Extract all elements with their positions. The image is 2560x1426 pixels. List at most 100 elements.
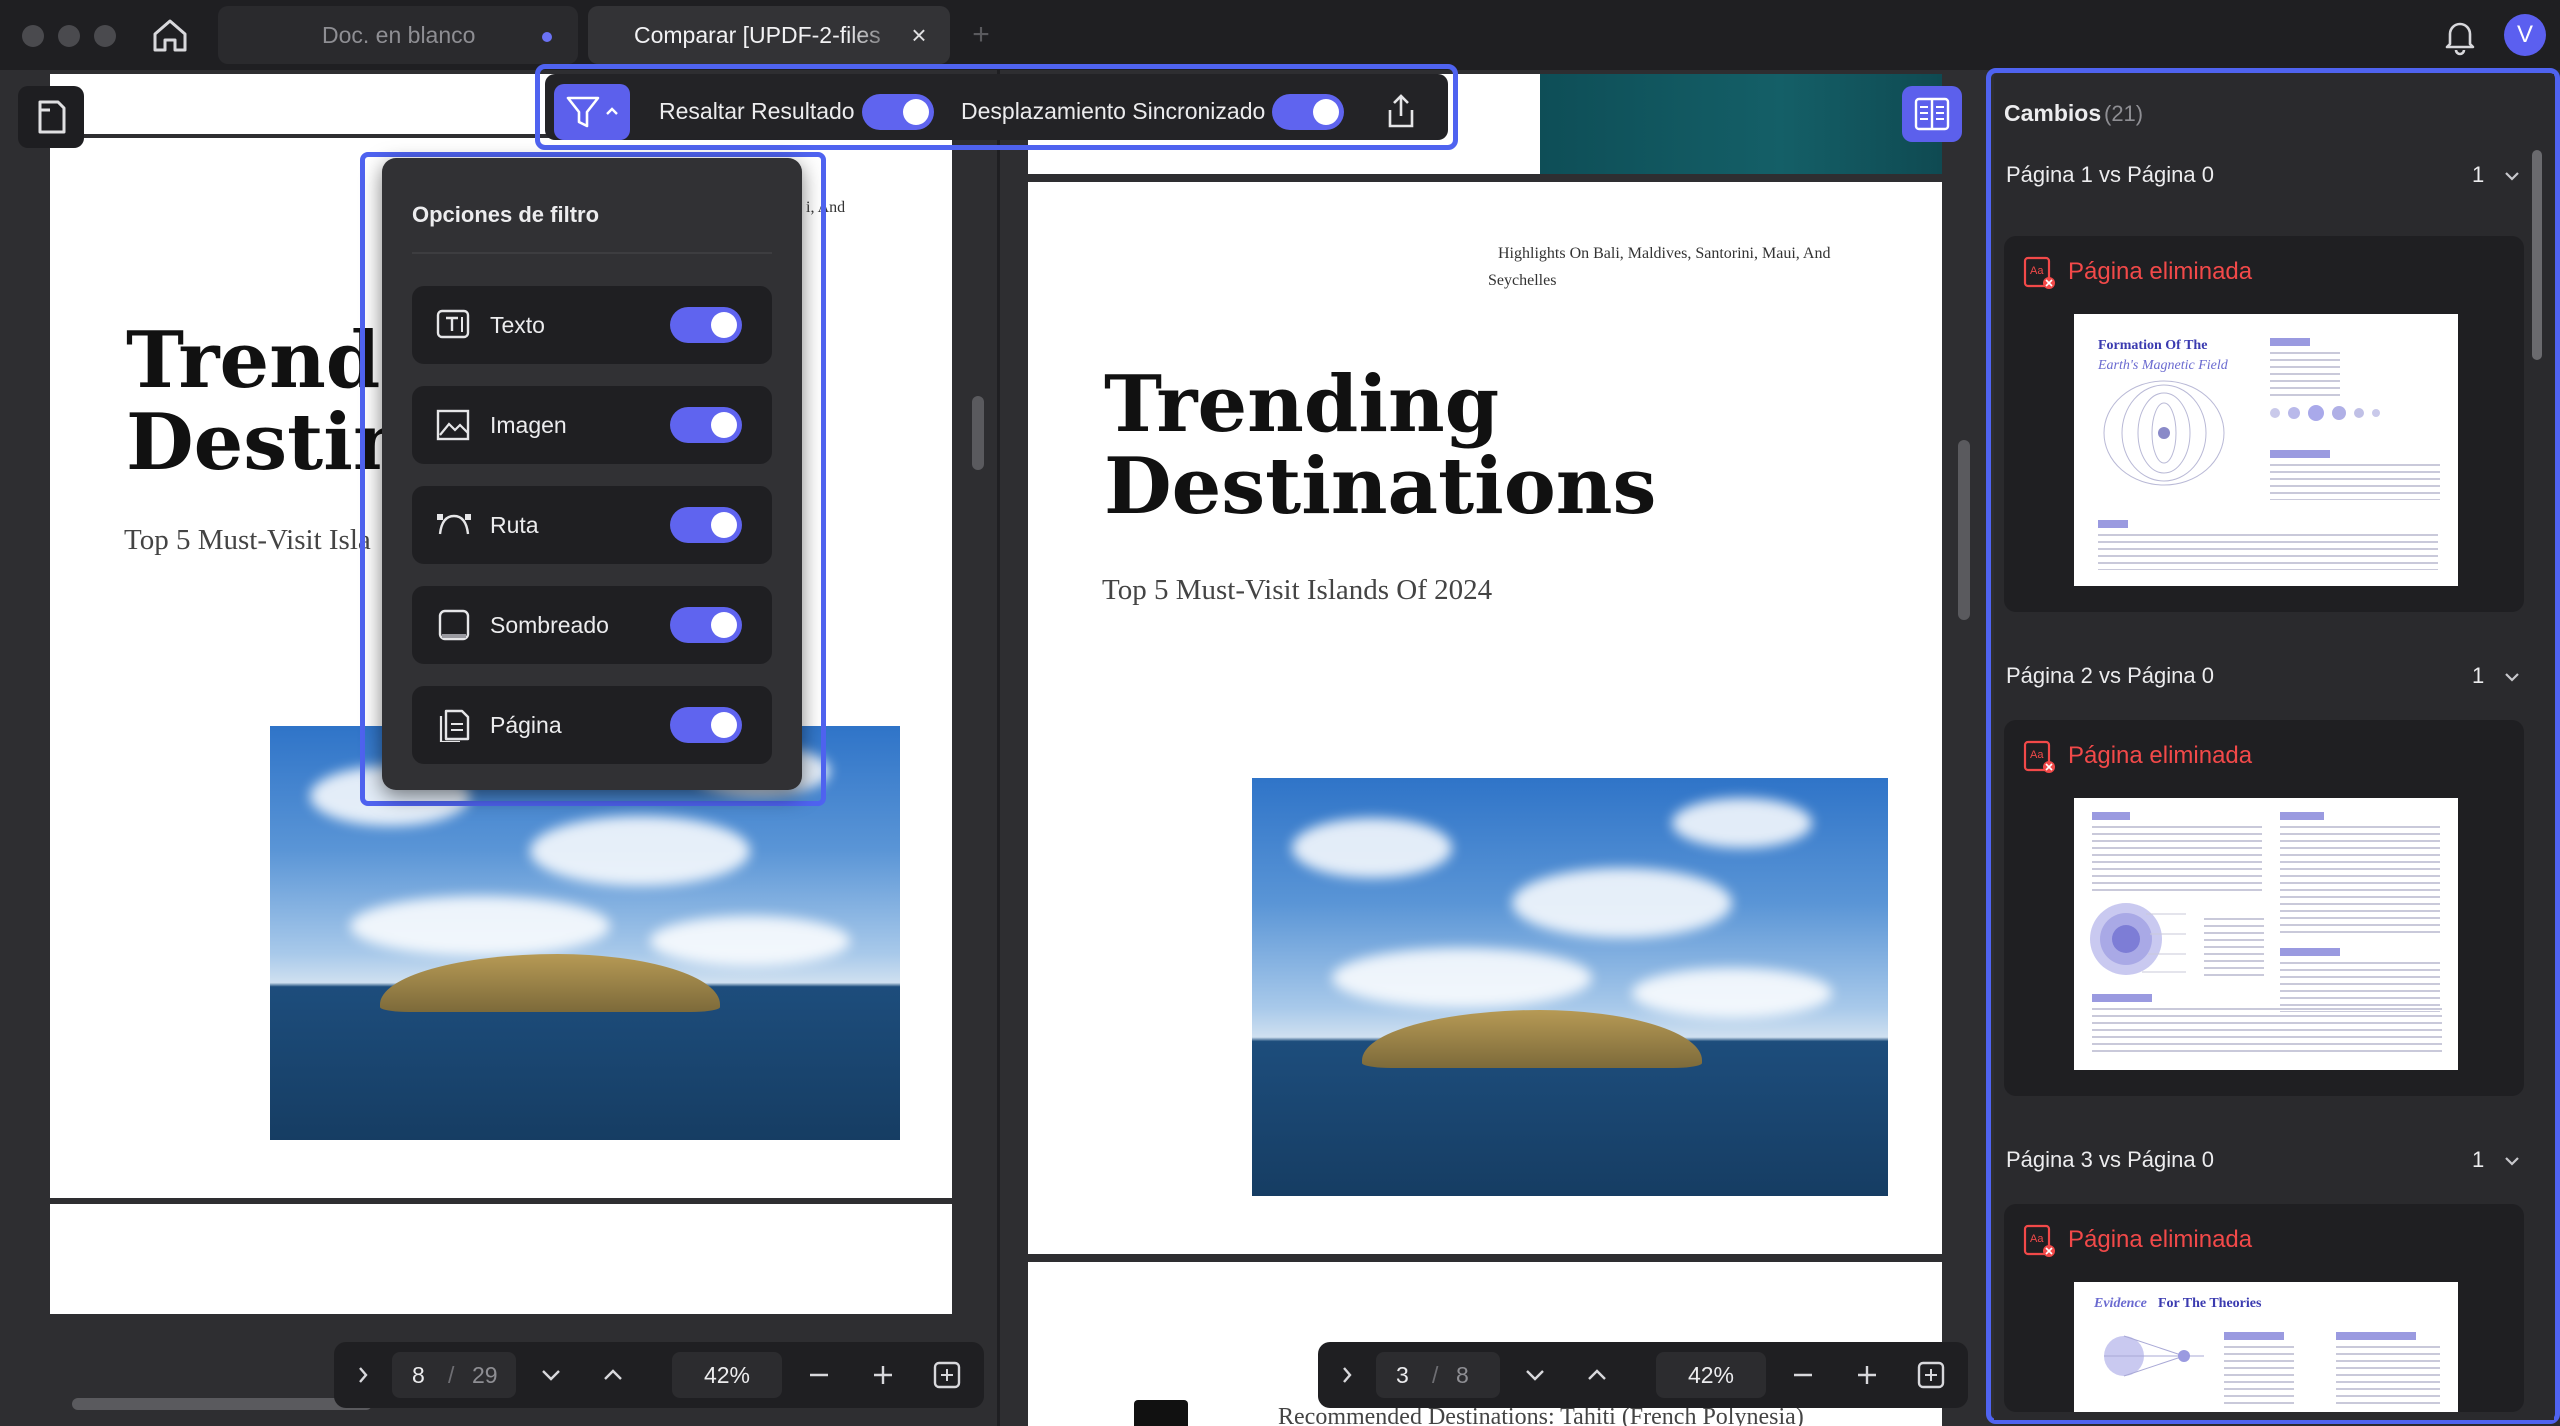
right-page-header-2: Seychelles [1488,272,1557,289]
chevron-right-icon[interactable] [1328,1356,1366,1394]
filter-button[interactable] [554,84,630,140]
left-page-total: 29 [472,1362,498,1388]
filter-option-text[interactable]: Texto [412,286,772,364]
filter-page-toggle[interactable] [670,707,742,743]
right-page-title-2: Destinations [1104,441,1657,532]
filter-option-path[interactable]: Ruta [412,486,772,564]
text-icon [436,308,472,342]
path-icon [436,508,472,542]
minimize-window-button[interactable] [58,25,80,47]
change-card[interactable]: Aa Página eliminada [2004,720,2524,1096]
left-zoom-level[interactable]: 42% [672,1352,782,1398]
change-group-count: 1 [2472,162,2485,187]
zoom-out-icon[interactable] [1784,1356,1822,1394]
chevron-down-icon[interactable] [2502,166,2522,186]
left-vertical-scrollbar[interactable] [972,396,984,470]
chevron-down-icon[interactable] [2502,1151,2522,1171]
right-page-total: 8 [1456,1362,1469,1388]
thumb-title: Formation Of The [2098,338,2208,353]
close-tab-icon[interactable]: × [904,20,934,50]
fit-page-icon[interactable] [1912,1356,1950,1394]
filter-path-toggle[interactable] [670,507,742,543]
filter-divider [412,252,772,254]
deleted-page-icon: Aa [2022,740,2056,774]
export-icon[interactable] [1380,90,1422,132]
changes-scrollbar[interactable] [2532,150,2542,360]
left-page-navigation: 8 / 29 42% [334,1342,984,1408]
side-by-side-view-button[interactable] [1902,86,1962,142]
svg-text:Aa: Aa [2030,265,2044,277]
user-avatar[interactable]: V [2504,14,2546,56]
right-page-navigation: 3 / 8 42% [1318,1342,1968,1408]
zoom-window-button[interactable] [94,25,116,47]
filter-option-label: Página [490,712,562,738]
zoom-out-icon[interactable] [800,1356,838,1394]
zoom-in-icon[interactable] [1848,1356,1886,1394]
change-type-label: Página eliminada [2068,742,2253,769]
thumb-tag [2224,1332,2284,1340]
filter-shading-toggle[interactable] [670,607,742,643]
zoom-in-icon[interactable] [864,1356,902,1394]
sync-scroll-toggle[interactable] [1272,94,1344,130]
highlight-result-toggle[interactable] [862,94,934,130]
left-next-page [50,1204,952,1314]
home-icon[interactable] [150,16,190,54]
page-separator: / [448,1362,455,1388]
change-type-label: Página eliminada [2068,1226,2253,1253]
tab-compare[interactable]: Comparar [UPDF-2-files × [588,6,950,64]
right-page-header-1: Highlights On Bali, Maldives, Santorini,… [1498,245,1831,262]
filter-option-label: Ruta [490,512,539,538]
add-tab-button[interactable]: + [966,18,996,52]
thumb-tag [2270,450,2330,458]
left-page-current: 8 [412,1362,425,1388]
svg-text:Aa: Aa [2030,1233,2044,1245]
notification-bell-icon[interactable] [2440,16,2480,56]
change-type-label: Página eliminada [2068,258,2253,285]
thumb-tag [2092,994,2152,1002]
left-page-input[interactable]: 8 / 29 [392,1352,516,1398]
change-group-header[interactable]: Página 3 vs Página 0 [2006,1147,2214,1173]
next-page-chevron-down-icon[interactable] [1516,1356,1554,1394]
right-island-photo [1252,778,1888,1196]
filter-option-image[interactable]: Imagen [412,386,772,464]
filter-option-page[interactable]: Página [412,686,772,764]
right-vertical-scrollbar[interactable] [1958,440,1970,620]
thumbnails-toggle-button[interactable] [18,86,84,148]
chevron-down-icon[interactable] [2502,667,2522,687]
change-group-header[interactable]: Página 2 vs Página 0 [2006,663,2214,689]
left-horizontal-scrollbar[interactable] [72,1398,372,1410]
thumb-text [2280,826,2440,936]
thumb-text [2270,464,2440,500]
tab-blank-doc[interactable]: Doc. en blanco [218,6,578,64]
thumb-tag [2092,812,2130,820]
left-page-subtitle: Top 5 Must-Visit Isla [124,524,371,556]
change-card[interactable]: Aa Página eliminada Formation Of The Ear… [2004,236,2524,612]
theory-diagram [2104,1335,2204,1377]
filter-option-shading[interactable]: Sombreado [412,586,772,664]
filter-text-toggle[interactable] [670,307,742,343]
change-card[interactable]: Aa Página eliminada Evidence For The The… [2004,1204,2524,1412]
page-separator: / [1432,1362,1439,1388]
thumb-tag [2280,948,2340,956]
filter-image-toggle[interactable] [670,407,742,443]
fit-page-icon[interactable] [928,1356,966,1394]
right-page-subtitle: Top 5 Must-Visit Islands Of 2024 [1102,574,1493,606]
change-thumbnail [2074,798,2458,1070]
chevron-right-icon[interactable] [344,1356,382,1394]
change-group-header[interactable]: Página 1 vs Página 0 [2006,162,2214,188]
next-page-chevron-down-icon[interactable] [532,1356,570,1394]
deleted-page-icon: Aa [2022,256,2056,290]
right-zoom-level[interactable]: 42% [1656,1352,1766,1398]
prev-page-chevron-up-icon[interactable] [594,1356,632,1394]
thumb-tag [2270,338,2310,346]
thumb-text [2224,1346,2294,1406]
right-next-page-image [1134,1400,1188,1426]
right-page-input[interactable]: 3 / 8 [1376,1352,1500,1398]
unsaved-dot [542,32,552,42]
right-page-title-1: Trending [1104,359,1500,450]
deleted-page-icon: Aa [2022,1224,2056,1258]
close-window-button[interactable] [22,25,44,47]
thumb-text [2098,534,2438,570]
prev-page-chevron-up-icon[interactable] [1578,1356,1616,1394]
thumb-title-a: Evidence [2094,1296,2147,1311]
